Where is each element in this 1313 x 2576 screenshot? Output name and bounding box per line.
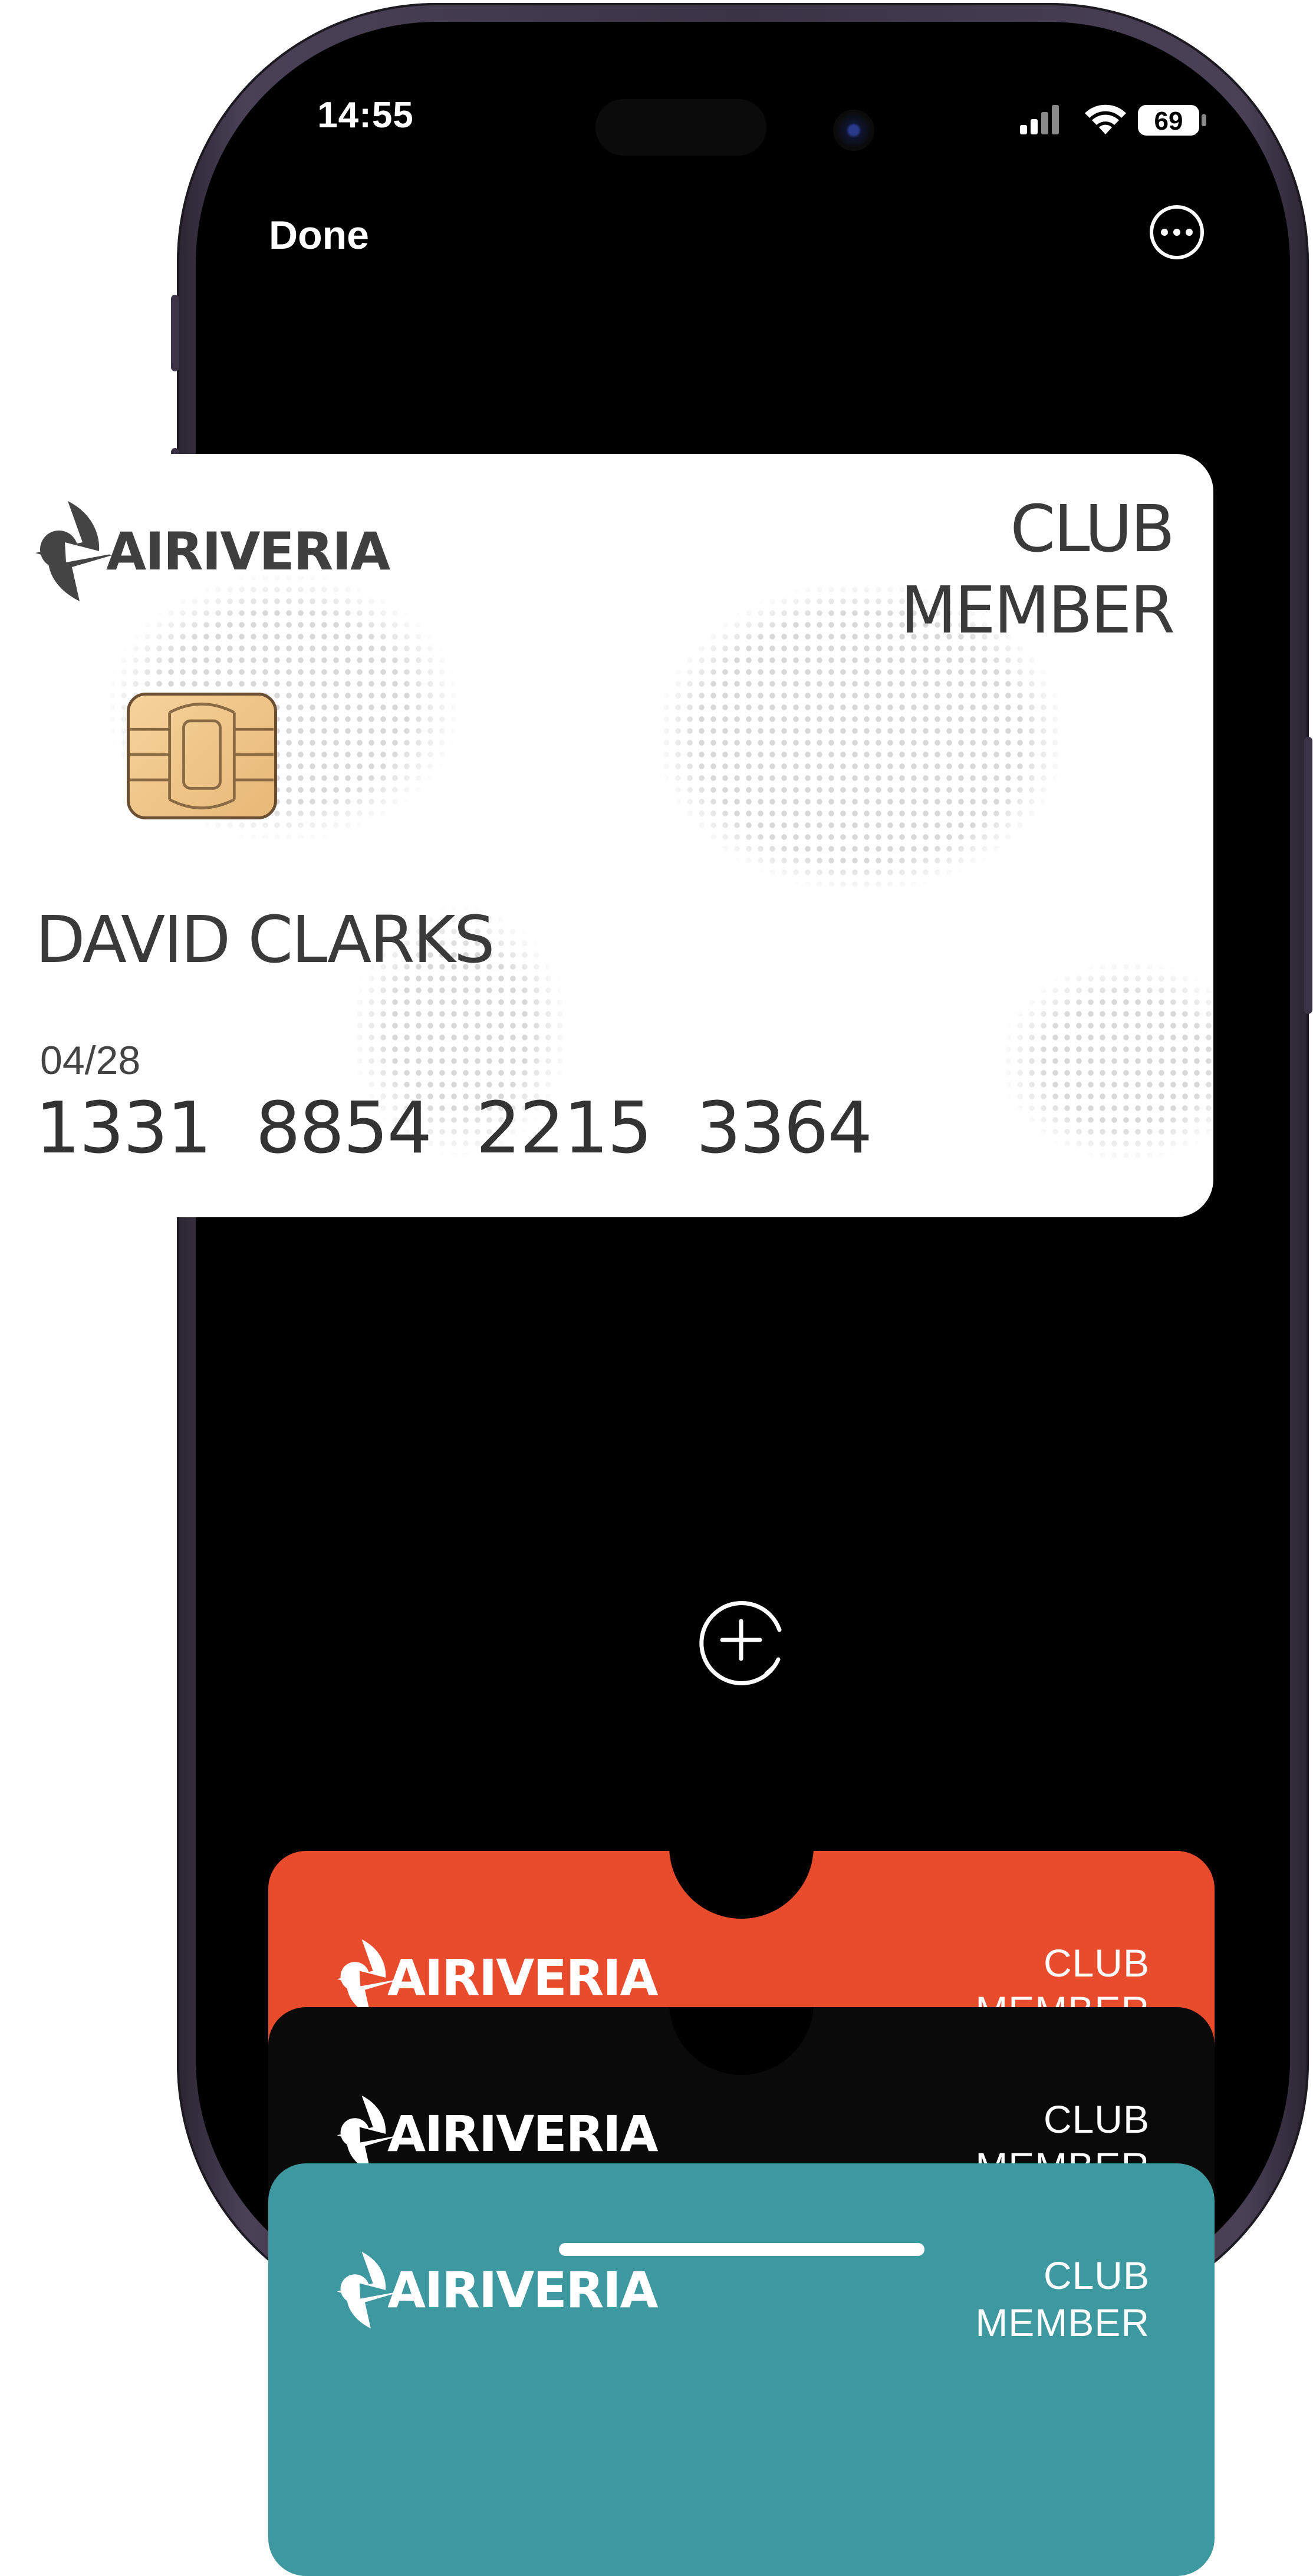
pass-brand-logo: AIRIVERIA	[333, 1939, 659, 2016]
pass-brand-name: AIRIVERIA	[387, 2261, 659, 2319]
status-time: 14:55	[317, 95, 414, 136]
pass-brand-logo: AIRIVERIA	[333, 2096, 659, 2172]
battery-icon: 69	[1138, 105, 1206, 136]
cardholder-name: DAVID CLARKS	[35, 902, 495, 977]
cellular-signal-icon	[1020, 105, 1059, 134]
tier-line-1: CLUB	[1010, 491, 1175, 566]
brand-logo: AIRIVERIA	[35, 501, 390, 601]
dynamic-island	[595, 99, 766, 156]
pass-tier-label: CLUB MEMBER	[975, 2252, 1150, 2346]
membership-card[interactable]: AIRIVERIA CLUB MEMBER DAVID CLARKS 04/28…	[0, 454, 1213, 1217]
expiry-date: 04/28	[40, 1038, 141, 1083]
action-button	[171, 295, 179, 371]
status-icons: 69	[1020, 104, 1206, 136]
pass-brand-logo: AIRIVERIA	[333, 2252, 659, 2328]
tier-line-2: MEMBER	[900, 572, 1175, 648]
home-indicator[interactable]	[559, 2243, 924, 2256]
pass-notch	[669, 1851, 814, 1919]
pass-brand-name: AIRIVERIA	[387, 1949, 659, 2007]
airiveria-mark-icon	[35, 501, 112, 601]
pass-tier-line-1: CLUB	[1043, 1941, 1150, 1985]
camera-icon	[833, 110, 874, 151]
pass-brand-name: AIRIVERIA	[387, 2105, 659, 2163]
card-number: 1331 8854 2215 3364	[35, 1088, 873, 1170]
done-button[interactable]: Done	[269, 212, 369, 258]
pass-notch	[669, 2007, 814, 2075]
ellipsis-circle-icon[interactable]	[1150, 205, 1204, 259]
pass-card[interactable]: AIRIVERIA CLUB MEMBER	[268, 2163, 1215, 2576]
pass-tier-line-1: CLUB	[1043, 2254, 1150, 2297]
add-circle-icon[interactable]	[696, 1595, 787, 1685]
pass-tier-line-2: MEMBER	[975, 2301, 1150, 2344]
pass-tier-line-1: CLUB	[1043, 2097, 1150, 2141]
chip-icon	[127, 693, 277, 819]
battery-level: 69	[1154, 107, 1183, 136]
brand-name: AIRIVERIA	[106, 521, 390, 582]
power-button	[1304, 737, 1312, 1014]
wifi-icon	[1085, 104, 1126, 134]
tier-label: CLUB MEMBER	[900, 488, 1175, 651]
